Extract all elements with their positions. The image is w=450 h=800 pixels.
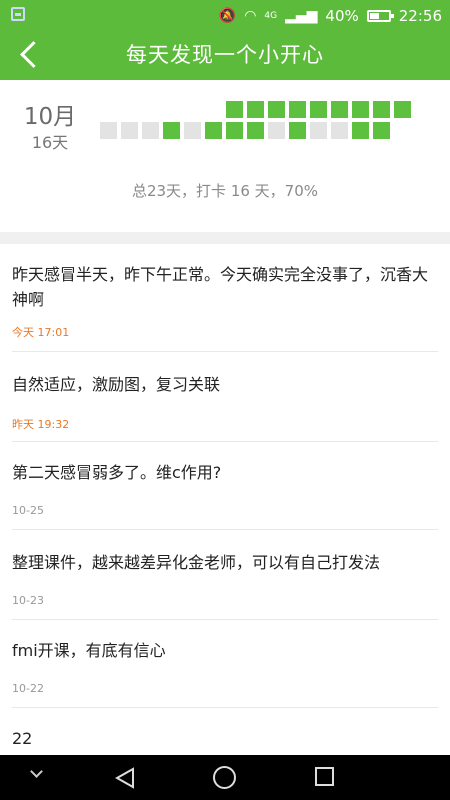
calendar-day-cell [289,101,306,118]
entry-text: fmi开课，有底有信心 [12,641,166,660]
entry-text: 自然适应，激励图，复习关联 [12,375,221,394]
entry-text: 整理课件，越来越差异化金老师，可以有自己打发法 [12,553,381,572]
entry-time: 10-23 [12,594,44,607]
battery-percent: 40% [325,7,359,25]
calendar-day-cell [226,101,243,118]
calendar-day-cell [163,122,180,139]
calendar-day-cell [394,101,411,118]
clock: 22:56 [398,7,442,25]
calendar-day-cell [247,101,264,118]
month-label: 10月 [23,104,77,130]
page-title: 每天发现一个小开心 [126,43,324,67]
status-icons: 🔕 ◠ 4G ▂▄▆ 40% 22:56 [219,6,442,26]
calendar-day-cell [247,122,264,139]
entry-time: 10-22 [12,682,44,695]
nav-recent-apps-icon[interactable] [315,767,334,786]
mute-icon: 🔕 [218,8,237,24]
calendar-day-cell [310,101,327,118]
checked-days-count: 16天 [31,133,69,152]
nav-back-icon[interactable] [115,767,135,789]
signal-icon: ▂▄▆ [285,8,318,24]
calendar-day-cell [268,122,285,139]
back-icon[interactable] [14,38,46,72]
checkin-summary: 总23天，打卡 16 天，70% [131,182,319,200]
calendar-day-cell [289,122,306,139]
calendar-day-cell [352,122,369,139]
network-type: 4G [264,11,278,21]
status-bar: 🔕 ◠ 4G ▂▄▆ 40% 22:56 [0,0,450,30]
calendar-day-cell [142,122,159,139]
wifi-icon: ◠ [244,8,257,24]
notification-image-icon [11,7,25,21]
entry-text: 第二天感冒弱多了。维c作用? [12,463,222,482]
list-item[interactable]: 自然适应，激励图，复习关联昨天 19:32 [0,352,450,442]
list-item[interactable]: 22 [0,708,450,758]
system-nav-bar [0,755,450,800]
calendar-day-cell [226,122,243,139]
calendar-day-cell [268,101,285,118]
entry-text: 22 [12,729,33,748]
list-item[interactable]: 第二天感冒弱多了。维c作用? 10-25 [0,442,450,530]
section-divider [0,232,450,244]
calendar-day-cell [121,122,138,139]
list-item[interactable]: 整理课件，越来越差异化金老师，可以有自己打发法 10-23 [0,530,450,620]
calendar-day-cell [184,122,201,139]
calendar-day-cell [352,101,369,118]
calendar-day-cell [205,122,222,139]
list-item[interactable]: 昨天感冒半天，昨下午正常。今天确实完全没事了，沉香大神啊今天 17:01 [0,244,450,352]
entry-time: 今天 17:01 [12,326,70,339]
entry-time: 10-25 [12,504,44,517]
list-item[interactable]: fmi开课，有底有信心 10-22 [0,620,450,708]
entry-time: 昨天 19:32 [12,418,70,431]
calendar-day-cell [331,101,348,118]
checkin-calendar [100,100,420,144]
calendar-day-cell [100,122,117,139]
calendar-day-cell [310,122,327,139]
chevron-down-icon[interactable] [30,767,42,779]
app-toolbar: 每天发现一个小开心 [0,30,450,80]
calendar-day-cell [373,101,390,118]
calendar-day-cell [373,122,390,139]
battery-icon [366,10,394,22]
nav-home-icon[interactable] [213,766,236,789]
entry-text: 昨天感冒半天，昨下午正常。今天确实完全没事了，沉香大神啊 [12,265,429,309]
calendar-day-cell [331,122,348,139]
